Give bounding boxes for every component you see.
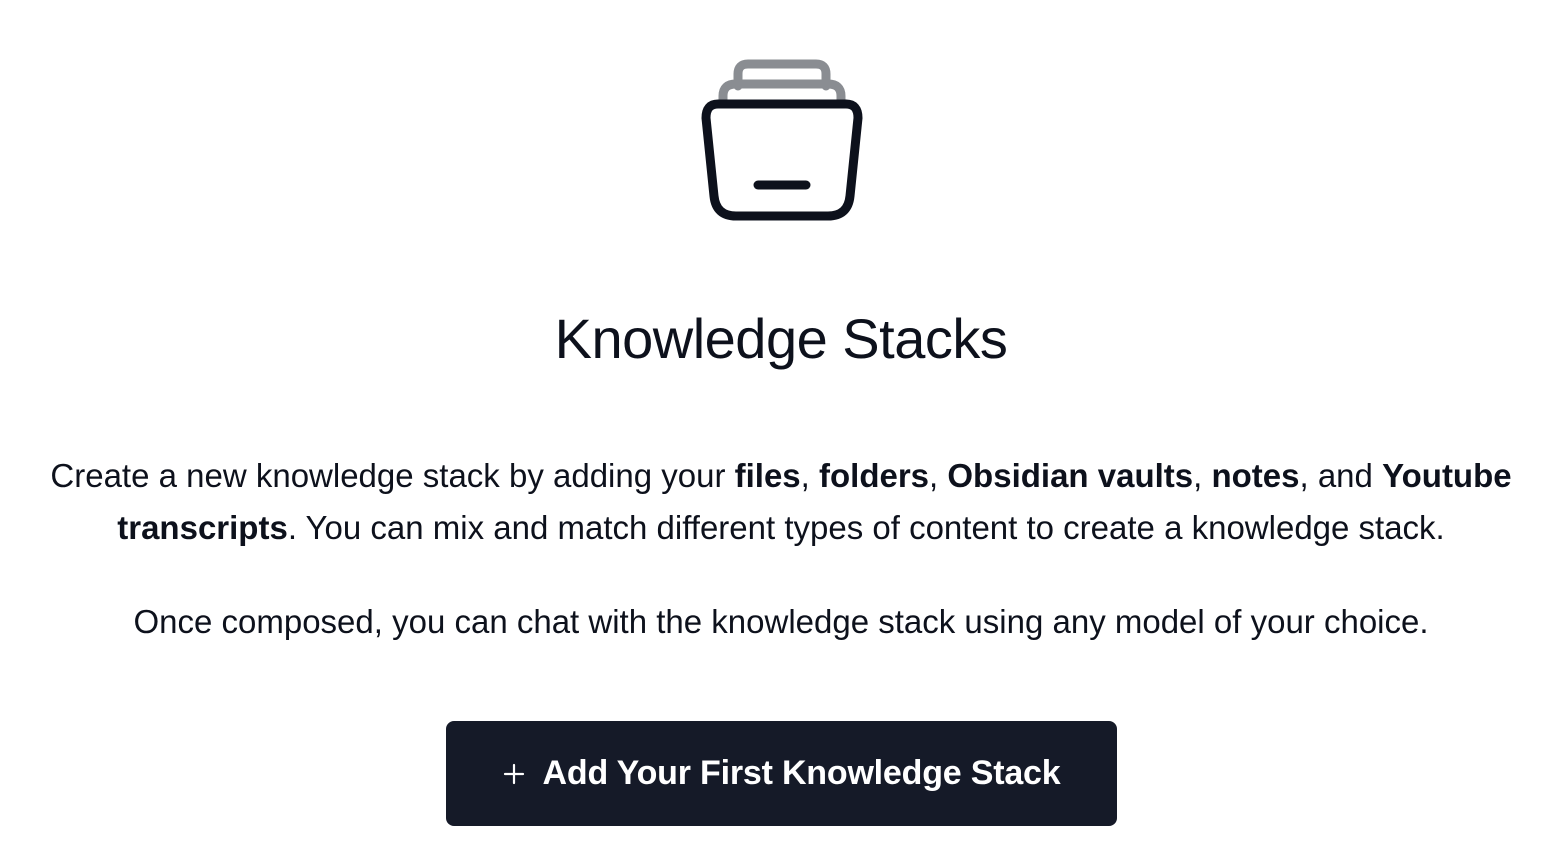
description-notes: notes: [1211, 457, 1300, 494]
description-folders: folders: [819, 457, 930, 494]
description-text: Create a new knowledge stack by adding y…: [50, 457, 735, 494]
stack-icon: [698, 56, 866, 226]
empty-state-description: Create a new knowledge stack by adding y…: [8, 450, 1554, 554]
description-separator: ,: [1193, 457, 1212, 494]
add-first-knowledge-stack-button[interactable]: Add Your First Knowledge Stack: [446, 721, 1117, 826]
description-obsidian-vaults: Obsidian vaults: [947, 457, 1194, 494]
description-separator: ,: [800, 457, 820, 494]
plus-icon: [503, 763, 525, 785]
description-files: files: [734, 457, 801, 494]
add-button-label: Add Your First Knowledge Stack: [542, 754, 1061, 792]
description-separator: ,: [929, 457, 948, 494]
description-separator: , and: [1299, 457, 1383, 494]
page-title: Knowledge Stacks: [554, 307, 1008, 370]
empty-state-description-secondary: Once composed, you can chat with the kno…: [133, 603, 1429, 640]
description-text: . You can mix and match different types …: [287, 509, 1445, 546]
knowledge-stacks-empty-state: Knowledge Stacks Create a new knowledge …: [0, 0, 1562, 856]
